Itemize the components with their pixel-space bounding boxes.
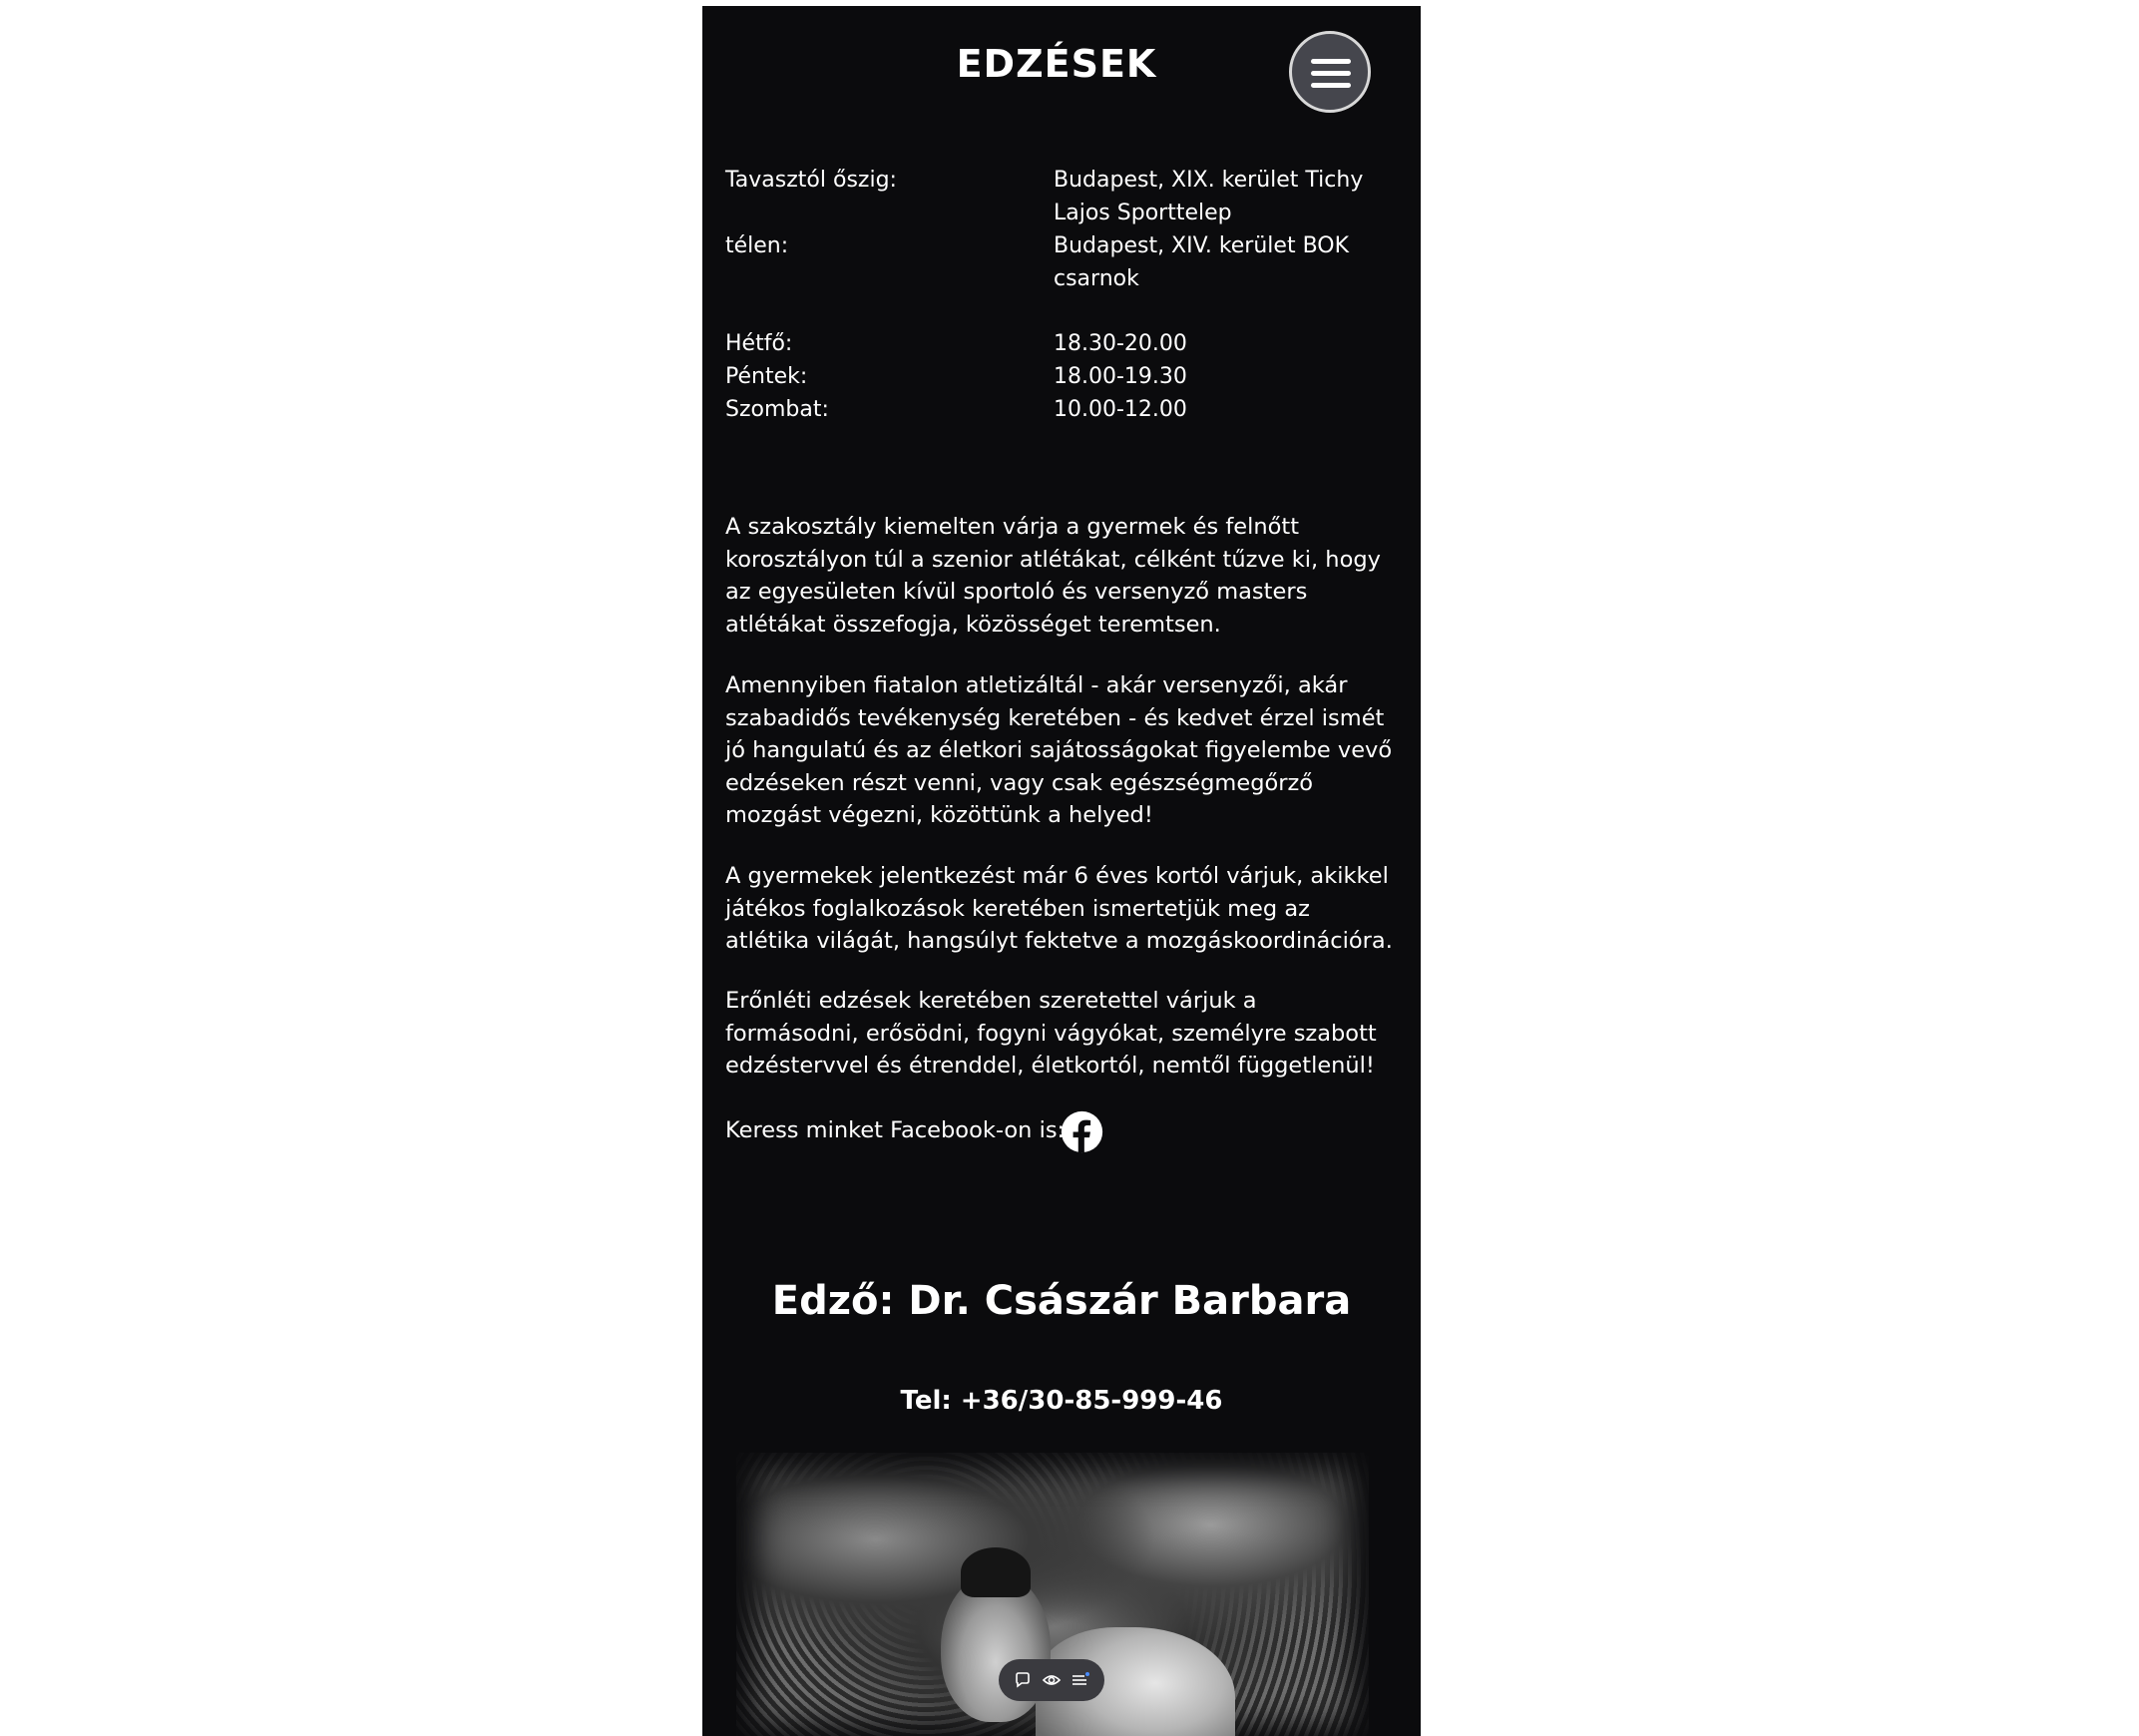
schedule-time-saturday: 10.00-12.00 — [1054, 397, 1187, 422]
facebook-icon[interactable] — [1060, 1109, 1104, 1154]
eye-icon[interactable] — [1042, 1670, 1062, 1690]
schedule-day-friday: Péntek: — [725, 364, 808, 389]
location-label-summer: Tavasztól őszig: — [725, 168, 897, 193]
schedule-day-monday: Hétfő: — [725, 331, 793, 356]
athlete-hair — [961, 1547, 1031, 1597]
location-value-winter: Budapest, XIV. kerület BOK csarnok — [1054, 233, 1350, 291]
hamburger-menu-button[interactable] — [1289, 31, 1371, 113]
facebook-text: Keress minket Facebook-on is: — [725, 1117, 1066, 1143]
list-icon[interactable] — [1070, 1670, 1090, 1690]
schedule-time-monday: 18.30-20.00 — [1054, 331, 1187, 356]
coach-title: Edző: Dr. Császár Barbara — [771, 1278, 1352, 1324]
menu-line — [1311, 83, 1351, 88]
floating-toolbar — [999, 1659, 1104, 1701]
page-viewport: EDZÉSEK Tavasztól őszig: Budapest, XIX. … — [702, 6, 1421, 1736]
menu-line — [1311, 59, 1351, 64]
schedule-time-friday: 18.00-19.30 — [1054, 364, 1187, 389]
coach-phone[interactable]: Tel: +36/30-85-999-46 — [702, 1386, 1421, 1416]
children-paragraph: A gyermekek jelentkezést már 6 éves kort… — [725, 863, 1393, 955]
fitness-paragraph: Erőnléti edzések keretében szeretettel v… — [725, 988, 1377, 1080]
location-value-summer: Budapest, XIX. kerület Tichy Lajos Sport… — [1054, 168, 1364, 225]
location-label-winter: télen: — [725, 233, 789, 258]
intro-paragraph: A szakosztály kiemelten várja a gyermek … — [725, 514, 1381, 638]
schedule-day-saturday: Szombat: — [725, 397, 829, 422]
menu-line — [1311, 71, 1351, 76]
adult-paragraph: Amennyiben fiatalon atletizáltál - akár … — [725, 672, 1393, 829]
comment-icon[interactable] — [1013, 1670, 1033, 1690]
